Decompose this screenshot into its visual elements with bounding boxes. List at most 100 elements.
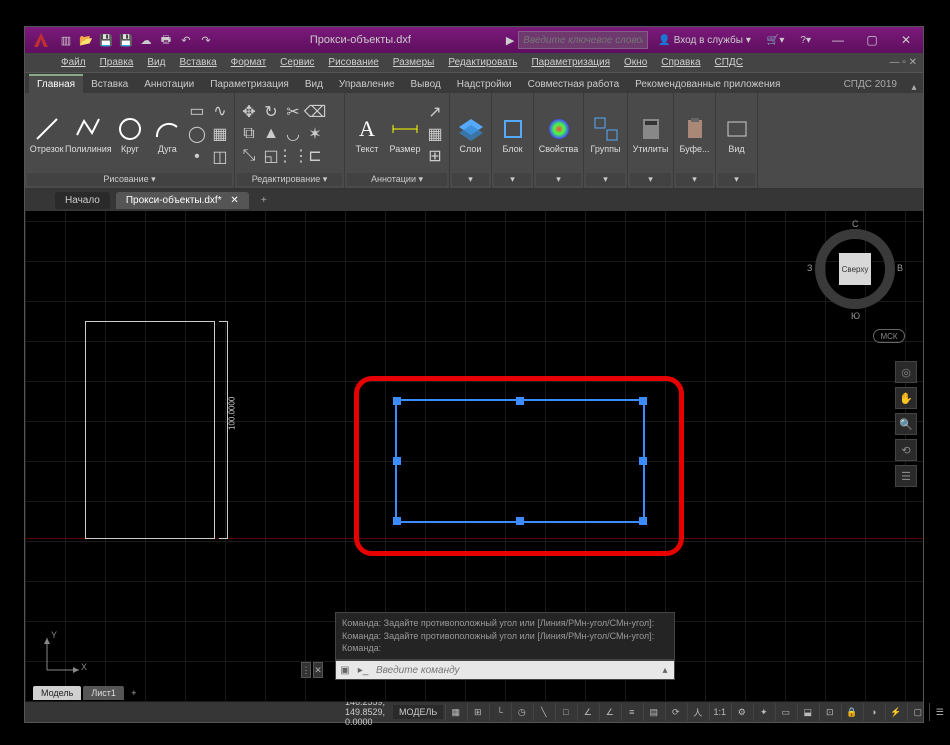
dimension-vertical[interactable]: 100.0000 (220, 321, 228, 539)
menu-file[interactable]: Файл (55, 55, 92, 70)
nav-show-icon[interactable]: ☰ (895, 465, 917, 487)
tab-insert[interactable]: Вставка (83, 76, 136, 93)
viewcube-s[interactable]: Ю (851, 311, 860, 321)
stretch-icon[interactable]: ⤡ (239, 146, 259, 166)
tab-annotate[interactable]: Аннотации (136, 76, 202, 93)
nav-wheel-icon[interactable]: ◎ (895, 361, 917, 383)
panel-groups-drop[interactable]: ▾ (586, 173, 625, 186)
menu-spds[interactable]: СПДС (709, 55, 749, 70)
grip-bm[interactable] (516, 517, 524, 525)
panel-block-drop[interactable]: ▾ (494, 173, 531, 186)
util-button[interactable]: Утилиты (632, 113, 669, 156)
signin-button[interactable]: 👤Вход в службы▾ (652, 31, 757, 49)
offset-icon[interactable]: ⊏ (305, 146, 325, 166)
ribbon-collapse-icon[interactable]: ▴ (905, 82, 923, 93)
grip-mr[interactable] (639, 457, 647, 465)
sb-cycle-icon[interactable]: ⟳ (665, 703, 685, 721)
viewcube-n[interactable]: С (852, 219, 859, 229)
arc-button[interactable]: Дуга (150, 113, 185, 156)
menu-help[interactable]: Справка (655, 55, 706, 70)
cmd-grip-icon[interactable]: ⋮ (301, 662, 311, 678)
drawing-canvas[interactable]: 100.0000 X Y Сверху С Ю З В МСК ◎ (25, 211, 923, 702)
panel-annot-title[interactable]: Аннотации ▾ (347, 173, 447, 186)
table-icon[interactable]: ▦ (425, 124, 445, 144)
menu-format[interactable]: Формат (225, 55, 273, 70)
grip-ml[interactable] (393, 457, 401, 465)
explode-icon[interactable]: ✶ (305, 124, 325, 144)
grip-tr[interactable] (639, 397, 647, 405)
cmd-prompt-icon[interactable]: ▣ (336, 665, 354, 676)
viewcube[interactable]: Сверху С Ю З В (805, 219, 905, 319)
viewcube-face[interactable]: Сверху (839, 253, 871, 285)
sb-hwaccel-icon[interactable]: ⚡ (885, 703, 905, 721)
dimension-button[interactable]: Размер (387, 113, 423, 156)
menu-tools[interactable]: Сервис (274, 55, 320, 70)
panel-clip-drop[interactable]: ▾ (676, 173, 713, 186)
viewcube-e[interactable]: В (897, 263, 903, 273)
wcs-badge[interactable]: МСК (873, 329, 905, 343)
sb-polar-icon[interactable]: ◷ (511, 703, 531, 721)
file-tab-add[interactable]: + (255, 191, 273, 209)
qat-new-icon[interactable]: ▥ (57, 31, 75, 49)
qat-save-icon[interactable]: 💾 (97, 31, 115, 49)
qat-undo-icon[interactable]: ↶ (177, 31, 195, 49)
layers-button[interactable]: Слои (454, 113, 487, 156)
grip-tl[interactable] (393, 397, 401, 405)
cmd-handles[interactable]: ⋮ ✕ (301, 660, 331, 680)
nav-pan-icon[interactable]: ✋ (895, 387, 917, 409)
mtext-icon[interactable]: ⊞ (425, 146, 445, 166)
view-button[interactable]: Вид (720, 113, 753, 156)
groups-button[interactable]: Группы (588, 113, 623, 156)
close-button[interactable]: ✕ (889, 27, 923, 53)
grip-br[interactable] (639, 517, 647, 525)
sb-isolate-icon[interactable]: ◑ (863, 703, 883, 721)
qat-cloud-icon[interactable]: ☁ (137, 31, 155, 49)
move-icon[interactable]: ✥ (239, 102, 259, 122)
sb-ortho-icon[interactable]: └ (489, 703, 509, 721)
qat-plot-icon[interactable]: 🖶 (157, 31, 175, 49)
circle-button[interactable]: Круг (112, 113, 147, 156)
sb-workspace-icon[interactable]: ✦ (753, 703, 773, 721)
menu-insert[interactable]: Вставка (173, 55, 222, 70)
minimize-button[interactable]: — (821, 27, 855, 53)
tab-apps[interactable]: Рекомендованные приложения (627, 76, 788, 93)
menu-edit[interactable]: Правка (94, 55, 140, 70)
sb-monitor-icon[interactable]: ▭ (775, 703, 795, 721)
cmd-recent-icon[interactable]: ▴ (656, 665, 674, 676)
sb-qp-icon[interactable]: ⊡ (819, 703, 839, 721)
menu-draw[interactable]: Рисование (322, 55, 384, 70)
menu-view[interactable]: Вид (141, 55, 171, 70)
selected-rectangle[interactable] (395, 399, 645, 523)
grip-tm[interactable] (516, 397, 524, 405)
viewcube-w[interactable]: З (807, 263, 812, 273)
sb-units-icon[interactable]: ⬓ (797, 703, 817, 721)
maximize-button[interactable]: ▢ (855, 27, 889, 53)
sb-scale-icon[interactable]: 1:1 (709, 703, 729, 721)
sb-lock-icon[interactable]: 🔒 (841, 703, 861, 721)
grip-bl[interactable] (393, 517, 401, 525)
command-input[interactable] (372, 665, 656, 676)
region-icon[interactable]: ◫ (210, 147, 230, 167)
panel-layers-drop[interactable]: ▾ (452, 173, 489, 186)
sb-osnap-icon[interactable]: □ (555, 703, 575, 721)
file-tab-close-icon[interactable]: ✕ (230, 195, 238, 206)
clipboard-button[interactable]: Буфе... (678, 113, 711, 156)
tab-parametric[interactable]: Параметризация (202, 76, 297, 93)
sb-3dosnap-icon[interactable]: ∠ (577, 703, 597, 721)
sb-gear-icon[interactable]: ⚙ (731, 703, 751, 721)
qat-open-icon[interactable]: 📂 (77, 31, 95, 49)
tab-addins[interactable]: Надстройки (449, 76, 520, 93)
ellipse-icon[interactable]: ◯ (187, 124, 207, 144)
search-input[interactable] (518, 31, 648, 49)
qat-saveas-icon[interactable]: 💾 (117, 31, 135, 49)
copy-icon[interactable]: ⧉ (239, 124, 259, 144)
sb-snap-icon[interactable]: ⊞ (467, 703, 487, 721)
tab-layout1[interactable]: Лист1 (83, 686, 124, 700)
props-button[interactable]: Свойства (538, 113, 579, 156)
panel-props-drop[interactable]: ▾ (536, 173, 581, 186)
qat-redo-icon[interactable]: ↷ (197, 31, 215, 49)
panel-modify-title[interactable]: Редактирование ▾ (237, 173, 342, 186)
sb-clean-icon[interactable]: ▢ (907, 703, 927, 721)
sb-iso-icon[interactable]: ╲ (533, 703, 553, 721)
nav-zoom-icon[interactable]: 🔍 (895, 413, 917, 435)
